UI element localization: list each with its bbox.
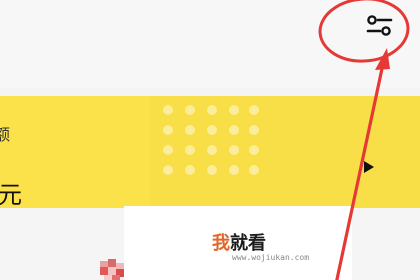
- filter-sliders-icon[interactable]: [362, 12, 396, 40]
- app-screen: 额 元 我就看 www.wojiukan.com: [0, 0, 420, 280]
- blurred-avatar-icon: [100, 259, 124, 280]
- card-amount-unit: 元: [0, 181, 22, 209]
- card-label: 额: [0, 125, 11, 144]
- watermark-logo: 我就看: [212, 229, 266, 255]
- watermark-url: www.wojiukan.com: [232, 253, 310, 262]
- top-bar: [0, 0, 420, 88]
- watermark-logo-accent: 我: [212, 233, 230, 254]
- watermark-logo-rest: 就看: [230, 233, 266, 254]
- dot-grid-icon: [163, 105, 259, 175]
- chevron-right-icon[interactable]: [362, 160, 376, 174]
